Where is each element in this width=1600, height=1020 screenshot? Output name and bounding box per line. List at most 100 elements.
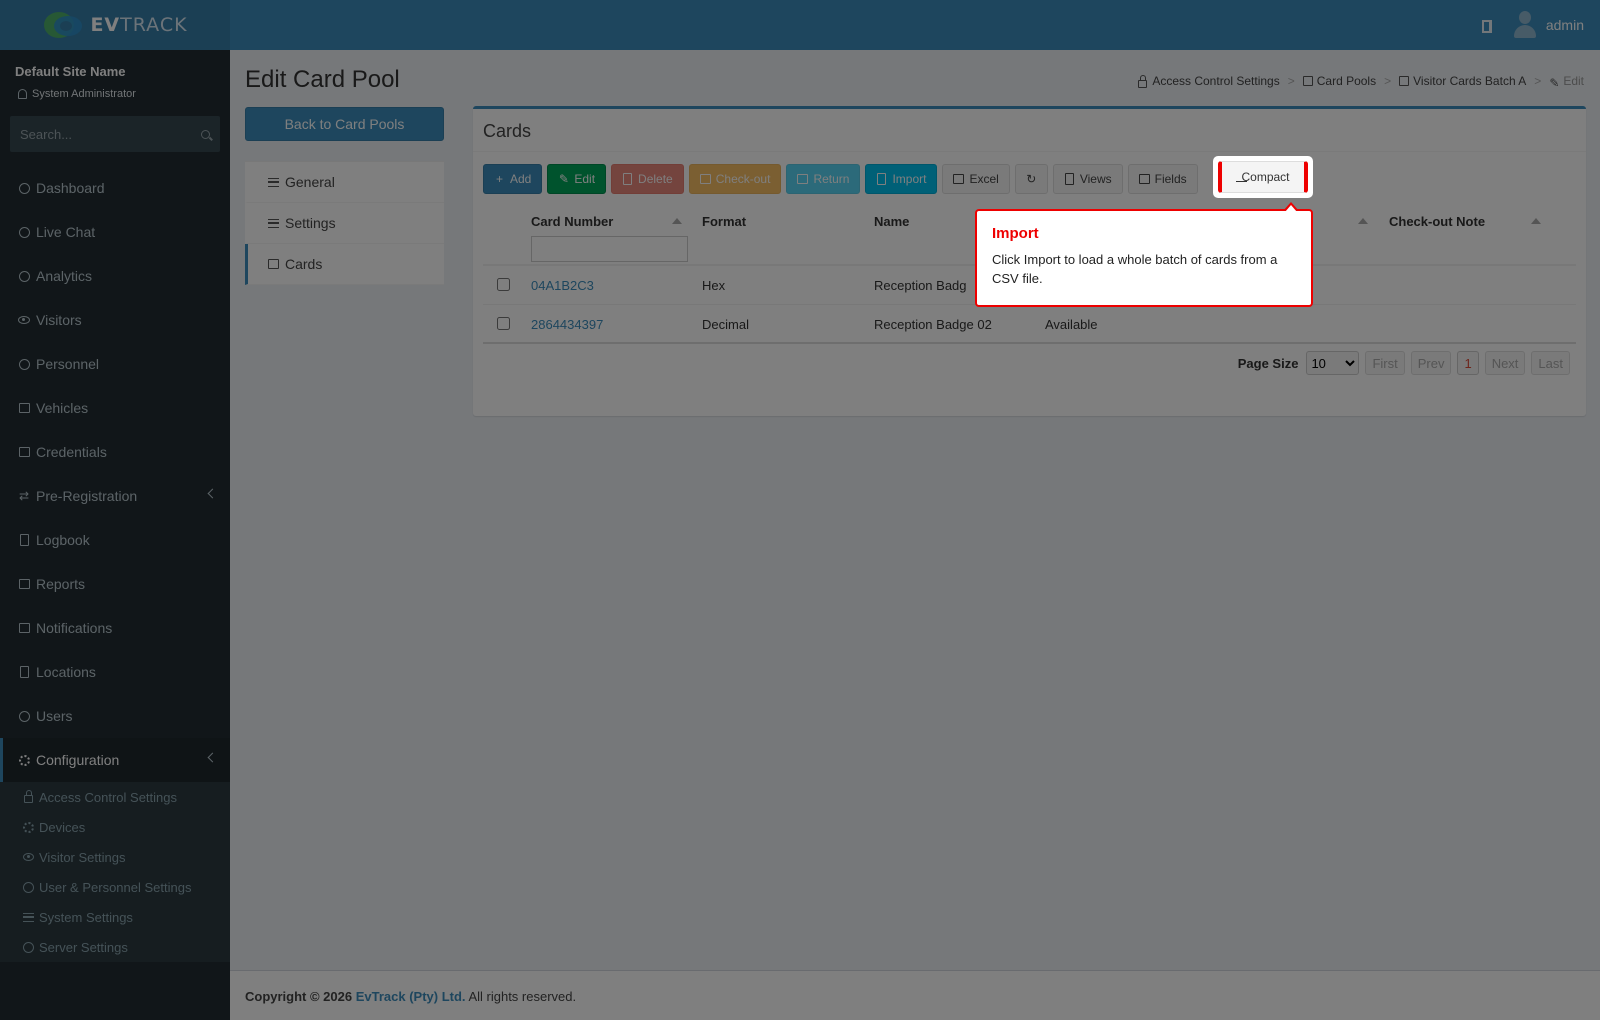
tab-general[interactable]: General [245,162,444,203]
avatar [1513,11,1536,39]
sidebar-item-vehicles[interactable]: Vehicles [0,386,230,430]
plus-icon: + [495,172,503,186]
col-card-number[interactable]: Card Number [531,214,613,229]
sidebar-subitem-devices[interactable]: Devices [0,812,230,842]
tab-cards[interactable]: Cards [245,244,444,285]
excel-button[interactable]: Excel [942,164,1010,194]
sidebar-item-credentials[interactable]: Credentials [0,430,230,474]
breadcrumb-card-pool-name[interactable]: Visitor Cards Batch A [1399,74,1526,88]
delete-button[interactable]: Delete [611,164,684,194]
sidebar-item-visitors[interactable]: Visitors [0,298,230,342]
sidebar: Default Site Name System Administrator D… [0,50,230,1020]
add-button[interactable]: + Add [483,164,543,194]
sidebar-item-live-chat[interactable]: Live Chat [0,210,230,254]
sidebar-item-users[interactable]: Users [0,694,230,738]
footer: Copyright © 2026 EvTrack (Pty) Ltd. All … [230,970,1600,1020]
edit-button[interactable]: ✎ Edit [547,164,607,194]
col-format[interactable]: Format [702,214,746,229]
fields-button[interactable]: Fields [1127,164,1198,194]
refresh-icon: ↻ [1026,172,1037,186]
sidebar-item-personnel[interactable]: Personnel [0,342,230,386]
table-row[interactable]: 2864434397 Decimal Reception Badge 02 Av… [483,305,1576,344]
card-status: Available [1045,317,1098,332]
next-page-button[interactable]: Next [1484,351,1526,375]
sidebar-item-logbook[interactable]: Logbook [0,518,230,562]
return-icon [797,174,809,185]
sidebar-item-notifications[interactable]: Notifications [0,606,230,650]
headset-icon [18,226,30,238]
site-name: Default Site Name [15,64,126,79]
user-menu[interactable]: admin [1513,11,1584,39]
sort-asc-icon[interactable] [1531,218,1541,224]
checkout-button[interactable]: Check-out [688,164,782,194]
breadcrumb-access-control[interactable]: Access Control Settings [1138,74,1280,88]
page-title: Edit Card Pool [245,66,400,93]
card-name: Reception Badge 02 [874,317,992,332]
col-checkout-note[interactable]: Check-out Note [1389,214,1485,229]
card-number-filter[interactable] [531,236,688,262]
tour-body: Click Import to load a whole batch of ca… [992,252,1278,286]
username: admin [1545,17,1584,33]
sidebar-item-configuration[interactable]: Configuration [0,738,230,782]
sidebar-subitem-access-control[interactable]: Access Control Settings [0,782,230,812]
compact-button[interactable]: Compact [1218,161,1308,193]
pagination: Page Size 10 First Prev 1 Next Last [1238,351,1570,375]
user-role: System Administrator [18,88,136,100]
personnel-icon [18,358,30,370]
table-icon [953,174,965,185]
sidebar-subitem-user-personnel[interactable]: User & Personnel Settings [0,872,230,902]
sidebar-subitem-server-settings[interactable]: Server Settings [0,932,230,962]
tour-title: Import [992,225,1039,242]
door-icon[interactable] [1481,19,1492,33]
row-checkbox[interactable] [497,317,510,330]
breadcrumb-edit: ✎ Edit [1549,74,1584,90]
configuration-submenu: Access Control Settings Devices Visitor … [0,782,230,962]
columns-icon [1138,174,1150,185]
edit-tabs: General Settings Cards [245,161,444,285]
sidebar-item-locations[interactable]: Locations [0,650,230,694]
current-page-button[interactable]: 1 [1457,351,1479,375]
card-format: Decimal [702,317,749,332]
card-format: Hex [702,278,726,293]
breadcrumb-card-pools[interactable]: Card Pools [1302,74,1376,88]
cards-icon [1399,76,1410,86]
sidebar-item-dashboard[interactable]: Dashboard [0,166,230,210]
top-navbar: EVTRACK admin [0,0,1600,50]
col-name[interactable]: Name [874,214,909,229]
user-settings-icon [23,881,34,893]
pencil-icon: ✎ [558,172,569,186]
tab-settings[interactable]: Settings [245,203,444,244]
sidebar-subitem-system-settings[interactable]: System Settings [0,902,230,932]
file-import-icon [876,173,887,185]
panel-title: Cards [483,121,532,141]
import-button[interactable]: Import [865,164,938,194]
prev-page-button[interactable]: Prev [1410,351,1452,375]
views-button[interactable]: Views [1052,164,1123,194]
refresh-button[interactable]: ↻ [1014,164,1048,194]
card-number-link[interactable]: 04A1B2C3 [531,278,594,293]
lock-icon [23,790,34,803]
credentials-icon [18,446,30,458]
company-link[interactable]: EvTrack (Pty) Ltd. [356,989,466,1004]
sort-asc-icon[interactable] [672,218,682,224]
last-page-button[interactable]: Last [1531,351,1570,375]
card-number-link[interactable]: 2864434397 [531,317,603,332]
logo[interactable]: EVTRACK [0,0,230,50]
chevron-left-icon [207,752,218,763]
row-checkbox[interactable] [497,278,510,291]
checkout-icon [699,174,711,185]
sort-asc-icon[interactable] [1358,218,1368,224]
page-size-label: Page Size [1237,355,1299,371]
cards-toolbar: + Add ✎ Edit Delete Check-out Return Impor… [483,164,1198,194]
sidebar-item-reports[interactable]: Reports [0,562,230,606]
sidebar-subitem-visitor-settings[interactable]: Visitor Settings [0,842,230,872]
sidebar-item-pre-registration[interactable]: ⇄ Pre-Registration [0,474,230,518]
back-to-card-pools-button[interactable]: Back to Card Pools [245,107,444,141]
trash-icon [622,173,633,185]
search-input[interactable] [20,126,185,142]
first-page-button[interactable]: First [1365,351,1405,375]
return-button[interactable]: Return [786,164,861,194]
search-icon[interactable] [201,129,210,139]
sidebar-item-analytics[interactable]: Analytics [0,254,230,298]
page-size-select[interactable]: 10 [1306,351,1360,375]
